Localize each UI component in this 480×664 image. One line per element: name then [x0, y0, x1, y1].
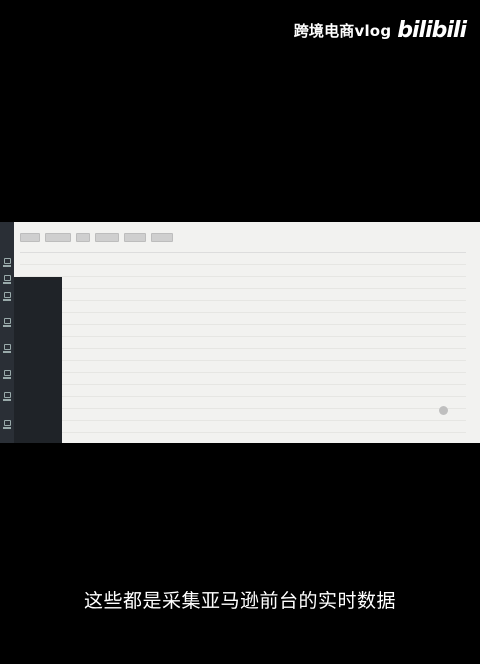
toolbar-button-6[interactable] — [151, 233, 173, 242]
nav-icon-7[interactable] — [2, 392, 12, 401]
table-row[interactable] — [20, 433, 466, 443]
submenu-item[interactable] — [14, 382, 62, 397]
submenu-item[interactable] — [14, 352, 62, 367]
table-row[interactable] — [20, 325, 466, 337]
table-row[interactable] — [20, 253, 466, 265]
submenu-item[interactable] — [14, 292, 62, 307]
nav-icon-2[interactable] — [2, 275, 12, 284]
home-icon[interactable] — [2, 258, 12, 267]
table-row[interactable] — [20, 313, 466, 325]
table-row[interactable] — [20, 289, 466, 301]
screen-recording — [0, 222, 480, 443]
submenu-item[interactable] — [14, 367, 62, 382]
toolbar — [20, 233, 173, 242]
nav-icon-8[interactable] — [2, 420, 12, 429]
table-row[interactable] — [20, 349, 466, 361]
toolbar-button-5[interactable] — [124, 233, 146, 242]
nav-icon-5[interactable] — [2, 344, 12, 353]
table-header — [20, 244, 466, 253]
table-row[interactable] — [20, 361, 466, 373]
nav-icon-3[interactable] — [2, 292, 12, 301]
toolbar-button-3[interactable] — [76, 233, 90, 242]
table-row[interactable] — [20, 397, 466, 409]
left-icon-sidebar — [0, 222, 14, 443]
bilibili-logo: bilibili — [397, 18, 467, 43]
table-row[interactable] — [20, 277, 466, 289]
nav-icon-4[interactable] — [2, 318, 12, 327]
table-row[interactable] — [20, 385, 466, 397]
product-table-body — [20, 253, 466, 443]
submenu-item[interactable] — [14, 397, 62, 412]
nav-icon-6[interactable] — [2, 370, 12, 379]
table-row[interactable] — [20, 337, 466, 349]
flyout-submenu — [14, 277, 62, 443]
submenu-item[interactable] — [14, 337, 62, 352]
table-row[interactable] — [20, 265, 466, 277]
table-row[interactable] — [20, 421, 466, 433]
toolbar-button-1[interactable] — [20, 233, 40, 242]
table-row[interactable] — [20, 373, 466, 385]
submenu-item[interactable] — [14, 412, 62, 427]
floating-action-button[interactable] — [439, 406, 448, 415]
bilibili-watermark: 跨境电商vlog bilibili — [293, 18, 467, 43]
table-row[interactable] — [20, 409, 466, 421]
submenu-item[interactable] — [14, 322, 62, 337]
submenu-item[interactable] — [14, 307, 62, 322]
toolbar-button-4[interactable] — [95, 233, 119, 242]
video-subtitle: 这些都是采集亚马逊前台的实时数据 — [83, 590, 396, 612]
table-row[interactable] — [20, 301, 466, 313]
channel-name: 跨境电商vlog — [293, 22, 392, 40]
submenu-item[interactable] — [14, 277, 62, 292]
toolbar-button-2[interactable] — [45, 233, 71, 242]
